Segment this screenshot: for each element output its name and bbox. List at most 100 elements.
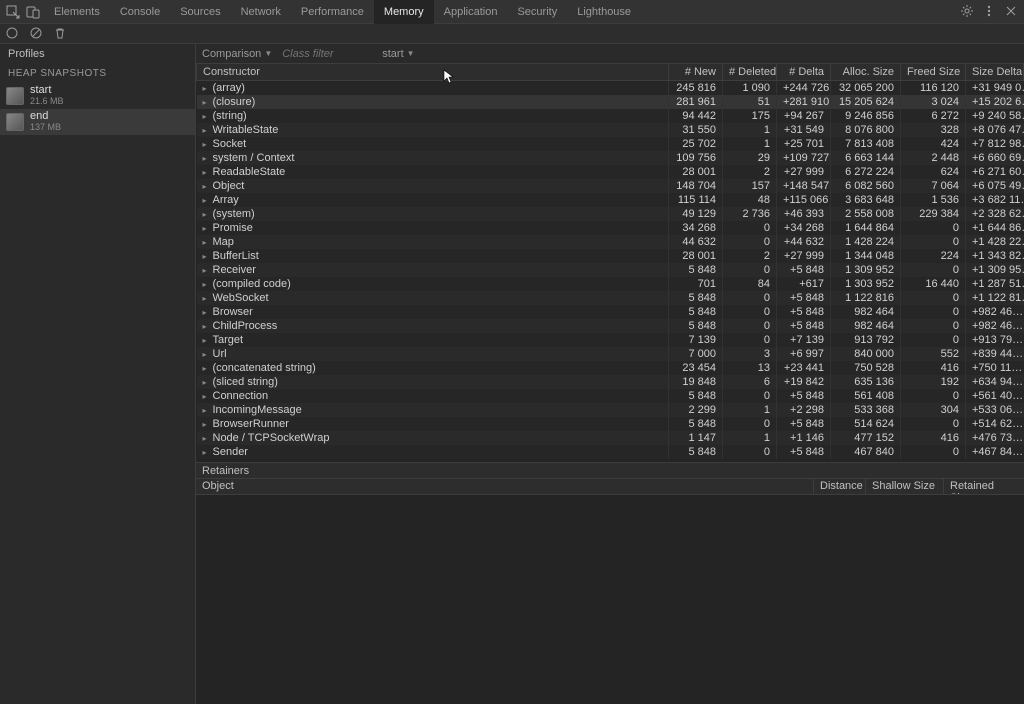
column-header[interactable]: Alloc. Size: [831, 64, 901, 81]
retainers-header[interactable]: Retainers: [196, 462, 1024, 478]
close-icon[interactable]: [1004, 4, 1020, 20]
column-header[interactable]: Constructor: [197, 64, 669, 81]
numeric-cell: +148 547: [777, 179, 831, 193]
expand-icon[interactable]: ▸: [203, 98, 213, 107]
table-row[interactable]: ▸(closure)281 96151+281 91015 205 6243 0…: [197, 95, 1024, 109]
tab-security[interactable]: Security: [507, 0, 567, 24]
base-snapshot-dropdown[interactable]: start ▼: [382, 48, 414, 60]
expand-icon[interactable]: ▸: [203, 280, 213, 289]
expand-icon[interactable]: ▸: [203, 224, 213, 233]
expand-icon[interactable]: ▸: [203, 294, 213, 303]
expand-icon[interactable]: ▸: [203, 378, 213, 387]
tab-elements[interactable]: Elements: [44, 0, 110, 24]
table-row[interactable]: ▸BrowserRunner5 8480+5 848514 6240+514 6…: [197, 417, 1024, 431]
table-row[interactable]: ▸ReadableState28 0012+27 9996 272 224624…: [197, 165, 1024, 179]
table-row[interactable]: ▸Browser5 8480+5 848982 4640+982 46…: [197, 305, 1024, 319]
expand-icon[interactable]: ▸: [203, 126, 213, 135]
expand-icon[interactable]: ▸: [203, 182, 213, 191]
device-toggle-icon[interactable]: [24, 3, 42, 21]
tab-network[interactable]: Network: [231, 0, 291, 24]
table-row[interactable]: ▸Receiver5 8480+5 8481 309 9520+1 309 95…: [197, 263, 1024, 277]
numeric-cell: 1: [723, 431, 777, 445]
class-filter-input[interactable]: [282, 48, 372, 60]
expand-icon[interactable]: ▸: [203, 364, 213, 373]
table-row[interactable]: ▸BufferList28 0012+27 9991 344 048224+1 …: [197, 249, 1024, 263]
more-icon[interactable]: [982, 4, 998, 20]
column-header[interactable]: Freed Size: [901, 64, 966, 81]
expand-icon[interactable]: ▸: [203, 392, 213, 401]
table-row[interactable]: ▸(sliced string)19 8486+19 842635 136192…: [197, 375, 1024, 389]
numeric-cell: 2 736: [723, 207, 777, 221]
constructor-cell: ▸ChildProcess: [197, 319, 669, 333]
expand-icon[interactable]: ▸: [203, 434, 213, 443]
table-row[interactable]: ▸Target7 1390+7 139913 7920+913 79…: [197, 333, 1024, 347]
table-row[interactable]: ▸(compiled code)70184+6171 303 95216 440…: [197, 277, 1024, 291]
expand-icon[interactable]: ▸: [203, 238, 213, 247]
retainers-col-distance[interactable]: Distance: [814, 479, 866, 494]
column-header[interactable]: # New: [669, 64, 723, 81]
expand-icon[interactable]: ▸: [203, 448, 213, 457]
table-row[interactable]: ▸Socket25 7021+25 7017 813 408424+7 812 …: [197, 137, 1024, 151]
snapshot-item[interactable]: end137 MB: [0, 109, 195, 135]
numeric-cell: 16 440: [901, 277, 966, 291]
clear-icon[interactable]: [30, 27, 44, 41]
table-row[interactable]: ▸Object148 704157+148 5476 082 5607 064+…: [197, 179, 1024, 193]
table-row[interactable]: ▸Promise34 2680+34 2681 644 8640+1 644 8…: [197, 221, 1024, 235]
tab-memory[interactable]: Memory: [374, 0, 434, 24]
inspect-element-icon[interactable]: [4, 3, 22, 21]
expand-icon[interactable]: ▸: [203, 210, 213, 219]
expand-icon[interactable]: ▸: [203, 140, 213, 149]
tab-lighthouse[interactable]: Lighthouse: [567, 0, 641, 24]
retainers-body: [196, 494, 1024, 704]
tab-application[interactable]: Application: [434, 0, 508, 24]
retainers-col-shallow[interactable]: Shallow Size: [866, 479, 944, 494]
column-header[interactable]: # Deleted: [723, 64, 777, 81]
table-row[interactable]: ▸ChildProcess5 8480+5 848982 4640+982 46…: [197, 319, 1024, 333]
perspective-dropdown[interactable]: Comparison ▼: [202, 48, 272, 60]
numeric-cell: 913 792: [831, 333, 901, 347]
expand-icon[interactable]: ▸: [203, 322, 213, 331]
table-row[interactable]: ▸Url7 0003+6 997840 000552+839 44…: [197, 347, 1024, 361]
table-row[interactable]: ▸(concatenated string)23 45413+23 441750…: [197, 361, 1024, 375]
table-row[interactable]: ▸(array)245 8161 090+244 72632 065 20011…: [197, 81, 1024, 96]
table-row[interactable]: ▸IncomingMessage2 2991+2 298533 368304+5…: [197, 403, 1024, 417]
tab-sources[interactable]: Sources: [170, 0, 230, 24]
table-row[interactable]: ▸WebSocket5 8480+5 8481 122 8160+1 122 8…: [197, 291, 1024, 305]
retainers-col-object[interactable]: Object: [196, 479, 814, 494]
table-row[interactable]: ▸(string)94 442175+94 2679 246 8566 272+…: [197, 109, 1024, 123]
column-header[interactable]: # Delta: [777, 64, 831, 81]
snapshot-item[interactable]: start21.6 MB: [0, 83, 195, 109]
expand-icon[interactable]: ▸: [203, 252, 213, 261]
numeric-cell: 982 464: [831, 319, 901, 333]
numeric-cell: +34 268: [777, 221, 831, 235]
table-row[interactable]: ▸(system)49 1292 736+46 3932 558 008229 …: [197, 207, 1024, 221]
table-row[interactable]: ▸Node / TCPSocketWrap1 1471+1 146477 152…: [197, 431, 1024, 445]
tab-console[interactable]: Console: [110, 0, 170, 24]
expand-icon[interactable]: ▸: [203, 266, 213, 275]
tab-performance[interactable]: Performance: [291, 0, 374, 24]
table-row[interactable]: ▸Array115 11448+115 0663 683 6481 536+3 …: [197, 193, 1024, 207]
record-icon[interactable]: [6, 27, 20, 41]
expand-icon[interactable]: ▸: [203, 350, 213, 359]
expand-icon[interactable]: ▸: [203, 420, 213, 429]
column-header[interactable]: Size Delta: [966, 64, 1024, 81]
expand-icon[interactable]: ▸: [203, 336, 213, 345]
retainers-col-retained[interactable]: Retained Size: [944, 479, 1024, 494]
table-row[interactable]: ▸system / Context109 75629+109 7276 663 …: [197, 151, 1024, 165]
expand-icon[interactable]: ▸: [203, 112, 213, 121]
numeric-cell: +6 660 69…: [966, 151, 1024, 165]
table-row[interactable]: ▸Sender5 8480+5 848467 8400+467 84…: [197, 445, 1024, 459]
table-row[interactable]: ▸Map44 6320+44 6321 428 2240+1 428 22…: [197, 235, 1024, 249]
settings-icon[interactable]: [960, 4, 976, 20]
comparison-table[interactable]: Constructor# New# Deleted# DeltaAlloc. S…: [196, 64, 1024, 462]
table-row[interactable]: ▸Connection5 8480+5 848561 4080+561 40…: [197, 389, 1024, 403]
constructor-cell: ▸Promise: [197, 221, 669, 235]
trash-icon[interactable]: [54, 27, 68, 41]
expand-icon[interactable]: ▸: [203, 406, 213, 415]
expand-icon[interactable]: ▸: [203, 196, 213, 205]
table-row[interactable]: ▸WritableState31 5501+31 5498 076 800328…: [197, 123, 1024, 137]
expand-icon[interactable]: ▸: [203, 308, 213, 317]
expand-icon[interactable]: ▸: [203, 154, 213, 163]
expand-icon[interactable]: ▸: [203, 168, 213, 177]
expand-icon[interactable]: ▸: [203, 84, 213, 93]
